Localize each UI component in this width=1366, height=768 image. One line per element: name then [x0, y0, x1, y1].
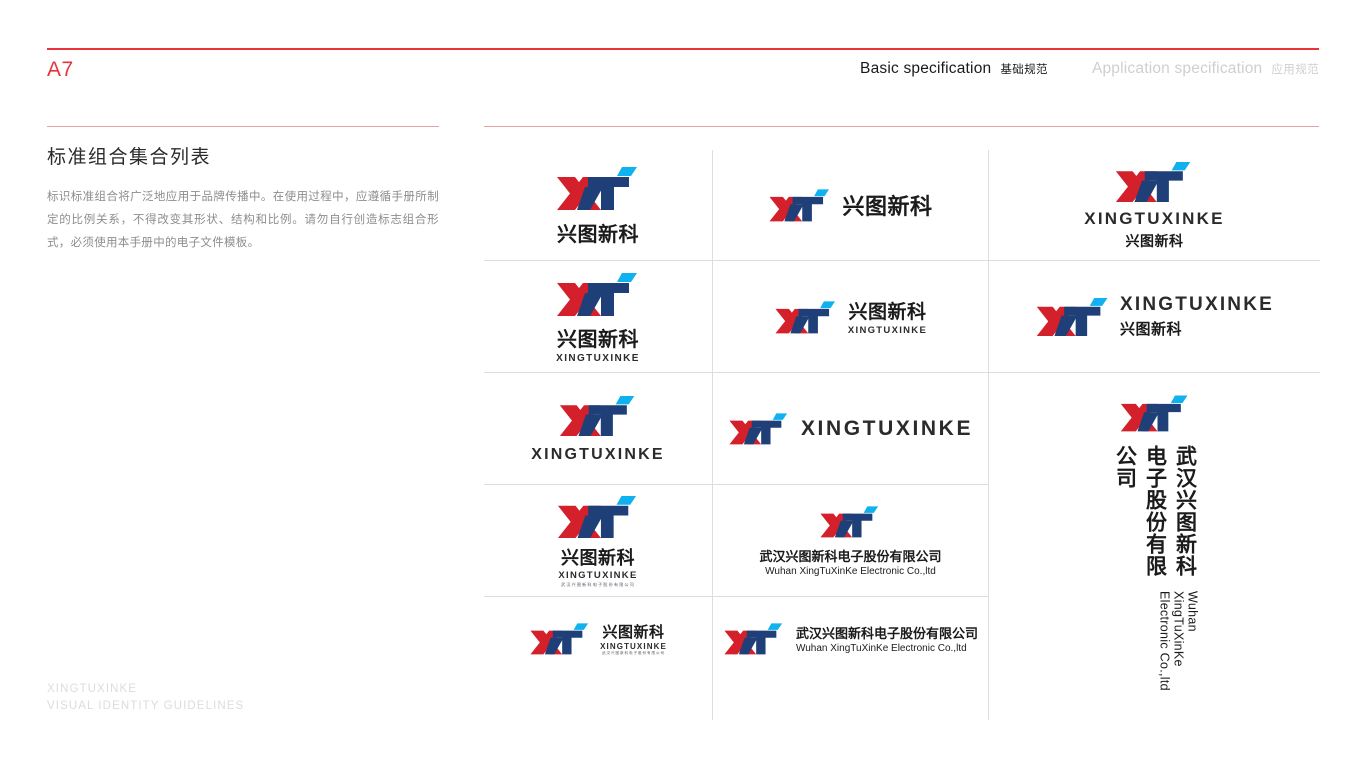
footer-subtitle: VISUAL IDENTITY GUIDELINES [47, 699, 245, 712]
lockup-stacked-en: XINGTUXINKE [531, 393, 665, 464]
cell-r5c1[interactable]: 兴图新科 XINGTUXINKE 武汉兴图新科电子股份有限公司 [484, 597, 712, 720]
brand-cn-name: 兴图新科 [1125, 233, 1184, 249]
xt-logo-mark [557, 495, 637, 538]
lockup-horizontal-cn-en: 兴图新科 XINGTUXINKE [774, 297, 927, 336]
xt-logo-mark [729, 413, 788, 445]
page-footer: XINGTUXINKE VISUAL IDENTITY GUIDELINES [47, 681, 244, 714]
section-rule-right [484, 126, 1319, 127]
header-rule [47, 48, 1319, 50]
lockup-stacked-company: 武汉兴图新科电子股份有限公司 Wuhan XingTuXinKe Electro… [759, 504, 942, 577]
nav-item-application-specification-cn: 应用规范 [1271, 64, 1319, 76]
xt-logo-mark [1116, 161, 1191, 202]
spec-nav: Basic specification 基础规范 Application spe… [860, 60, 1319, 78]
brand-cn-name: 兴图新科 [557, 223, 639, 246]
page-code: A7 [47, 58, 74, 81]
xt-logo-mark [1036, 297, 1108, 336]
brand-en-name: XINGTUXINKE [847, 325, 928, 336]
cell-r5c2[interactable]: 武汉兴图新科电子股份有限公司 Wuhan XingTuXinKe Electro… [713, 597, 988, 720]
lockup-text-block: 兴图新科 XINGTUXINKE [848, 297, 927, 336]
xt-logo-mark [557, 272, 637, 316]
company-en-name: Wuhan XingTuXinKe Electronic Co.,ltd [1157, 590, 1200, 691]
logo-lockup-grid: 兴图新科 兴图新科 XINGTUXINKE 兴图新科 兴图新科 XINGTUXI… [484, 150, 1320, 720]
lockup-stacked-cn: 兴图新科 [555, 164, 641, 247]
cell-r3c2[interactable]: XINGTUXINKE [713, 373, 988, 484]
brand-en-name: XINGTUXINKE [556, 352, 640, 364]
company-en-name: Wuhan XingTuXinKe Electronic Co.,ltd [765, 566, 936, 577]
brand-cn-name: 兴图新科 [602, 624, 665, 641]
lockup-stacked-en-cn: XINGTUXINKE 兴图新科 [1084, 159, 1224, 251]
brand-cn-name: 兴图新科 [1119, 321, 1182, 338]
cell-r4c1[interactable]: 兴图新科 XINGTUXINKE 武汉兴图新科电子股份有限公司 [484, 485, 712, 596]
cell-r2c3[interactable]: XINGTUXINKE 兴图新科 [989, 261, 1320, 372]
company-cn-name: 武汉兴图新科电子股份有限公司 [795, 626, 978, 641]
xt-logo-mark [775, 300, 835, 333]
brand-en-name: XINGTUXINKE [531, 446, 665, 463]
lockup-horizontal-cn: 兴图新科 [768, 187, 932, 223]
cell-r1c2[interactable]: 兴图新科 [713, 150, 988, 260]
company-micro-name: 武汉兴图新科电子股份有限公司 [602, 651, 665, 655]
cell-r1c1[interactable]: 兴图新科 [484, 150, 712, 260]
brand-cn-name: 兴图新科 [842, 194, 933, 219]
brand-cn-name: 兴图新科 [848, 302, 927, 323]
company-micro-name: 武汉兴图新科电子股份有限公司 [560, 582, 636, 587]
brand-cn-name: 兴图新科 [561, 548, 635, 568]
cell-r2c1[interactable]: 兴图新科 XINGTUXINKE [484, 261, 712, 372]
lockup-horizontal-en-cn: XINGTUXINKE 兴图新科 [1035, 294, 1274, 339]
company-en-name: Wuhan XingTuXinKe Electronic Co.,ltd [795, 643, 967, 654]
cell-r1c3[interactable]: XINGTUXINKE 兴图新科 [989, 150, 1320, 260]
cell-r3c3-vertical[interactable]: 武汉兴图新科电子股份有限公司 Wuhan XingTuXinKe Electro… [989, 373, 1320, 720]
cell-r4c2[interactable]: 武汉兴图新科电子股份有限公司 Wuhan XingTuXinKe Electro… [713, 485, 988, 596]
lockup-vertical-company: 武汉兴图新科电子股份有限公司 Wuhan XingTuXinKe Electro… [1110, 393, 1200, 697]
xt-logo-mark [1120, 395, 1187, 432]
nav-item-application-specification[interactable]: Application specification 应用规范 [1092, 60, 1319, 78]
lockup-horizontal-cn-en-micro: 兴图新科 XINGTUXINKE 武汉兴图新科电子股份有限公司 [529, 621, 667, 656]
xt-logo-mark [530, 623, 589, 655]
brand-en-name: XINGTUXINKE [1119, 294, 1275, 315]
vertical-text-block: 武汉兴图新科电子股份有限公司 Wuhan XingTuXinKe Electro… [1110, 445, 1200, 697]
xt-logo-mark [820, 506, 879, 538]
lockup-horizontal-company: 武汉兴图新科电子股份有限公司 Wuhan XingTuXinKe Electro… [723, 621, 978, 656]
xt-logo-mark [724, 623, 783, 655]
brand-en-name: XINGTUXINKE [558, 570, 638, 581]
section-title: 标准组合集合列表 [47, 147, 212, 168]
brand-en-name: XINGTUXINKE [600, 642, 667, 651]
lockup-horizontal-en: XINGTUXINKE [728, 411, 973, 446]
lockup-text-block: 武汉兴图新科电子股份有限公司 Wuhan XingTuXinKe Electro… [796, 623, 978, 654]
nav-item-basic-specification-cn: 基础规范 [1000, 64, 1048, 76]
footer-brand: XINGTUXINKE [47, 683, 138, 695]
section-description: 标识标准组合将广泛地应用于品牌传播中。在使用过程中，应遵循手册所制定的比例关系，… [47, 191, 439, 249]
lockup-text-block: 兴图新科 XINGTUXINKE 武汉兴图新科电子股份有限公司 [600, 621, 667, 656]
nav-item-basic-specification[interactable]: Basic specification 基础规范 [860, 60, 1048, 78]
brand-en-name: XINGTUXINKE [1084, 209, 1225, 228]
xt-logo-mark [559, 395, 635, 436]
xt-logo-mark [769, 189, 830, 222]
section-rule-left [47, 126, 439, 127]
lockup-stacked-cn-en-micro: 兴图新科 XINGTUXINKE 武汉兴图新科电子股份有限公司 [556, 493, 640, 588]
lockup-text-block: XINGTUXINKE 兴图新科 [1120, 294, 1274, 339]
cell-r2c2[interactable]: 兴图新科 XINGTUXINKE [713, 261, 988, 372]
xt-logo-mark [557, 166, 637, 210]
nav-item-application-specification-en: Application specification [1091, 60, 1263, 77]
brand-en-name: XINGTUXINKE [800, 416, 974, 440]
brand-cn-name: 兴图新科 [557, 328, 639, 351]
guideline-page: A7 Basic specification 基础规范 Application … [0, 0, 1366, 768]
cell-r3c1[interactable]: XINGTUXINKE [484, 373, 712, 484]
company-cn-name: 武汉兴图新科电子股份有限公司 [759, 549, 942, 564]
company-cn-name: 武汉兴图新科电子股份有限公司 [1113, 445, 1197, 577]
nav-item-basic-specification-en: Basic specification [860, 60, 992, 77]
lockup-stacked-cn-en: 兴图新科 XINGTUXINKE [555, 270, 641, 364]
